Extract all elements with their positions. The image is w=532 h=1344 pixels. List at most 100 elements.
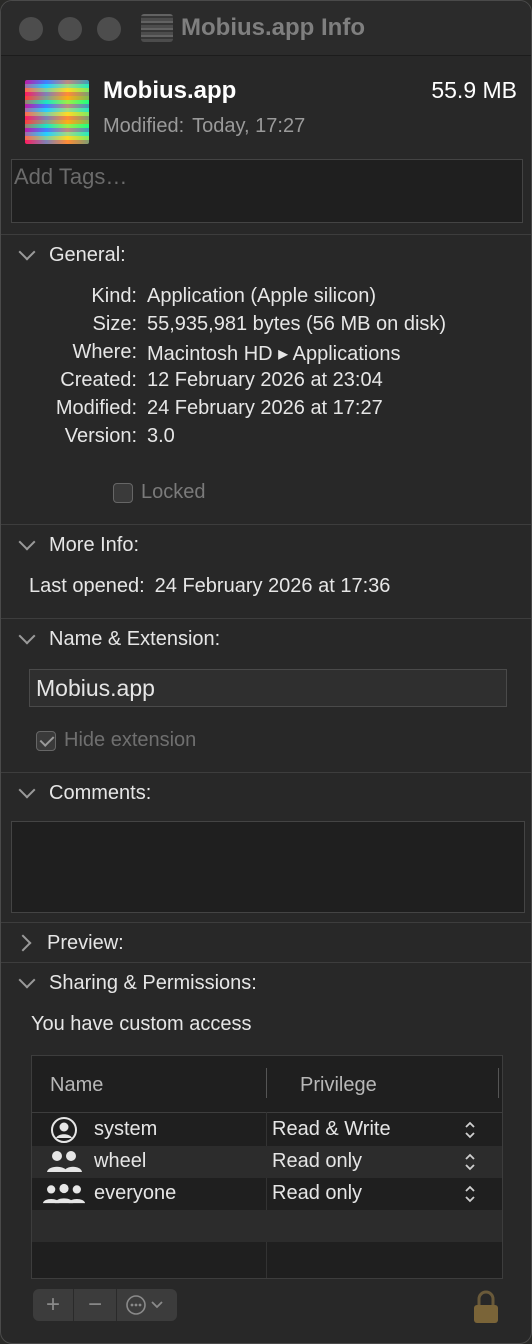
divider (1, 524, 531, 525)
tags-input[interactable] (12, 160, 522, 194)
app-title-icon (141, 14, 173, 42)
permission-row-wheel[interactable]: wheel Read only (32, 1146, 502, 1178)
chevron-down-icon (18, 533, 36, 551)
hide-extension-label: Hide extension (64, 729, 197, 751)
group-icon (42, 1148, 86, 1176)
lock-icon[interactable] (471, 1289, 501, 1325)
chevron-down-icon (18, 243, 36, 261)
minimize-button[interactable] (58, 17, 82, 41)
modified-row-label: Modified: (55, 397, 137, 419)
column-privilege-header[interactable]: Privilege (300, 1074, 377, 1097)
section-sharing[interactable]: Sharing & Permissions: (18, 970, 257, 996)
permission-privilege[interactable]: Read only (272, 1182, 362, 1205)
remove-user-button[interactable]: − (73, 1289, 116, 1321)
last-opened-value: 24 February 2026 at 17:36 (154, 575, 391, 597)
updown-icon[interactable] (464, 1184, 476, 1204)
section-general-title: General: (49, 243, 126, 266)
permissions-toolbar: + − (33, 1289, 177, 1321)
app-size: 55.9 MB (431, 77, 517, 103)
created-row: Created: 12 February 2026 at 23:04 (1, 369, 531, 397)
app-name: Mobius.app (103, 77, 237, 104)
divider (1, 234, 531, 235)
divider (1, 618, 531, 619)
action-menu-button[interactable] (116, 1289, 177, 1321)
permission-name: everyone (94, 1182, 177, 1204)
name-field[interactable] (29, 669, 507, 707)
hide-extension-row[interactable]: Hide extension (36, 729, 196, 752)
permissions-table: Name Privilege system Read & Write wheel… (31, 1055, 503, 1279)
section-preview-title: Preview: (47, 931, 124, 954)
zoom-button[interactable] (97, 17, 121, 41)
divider (1, 922, 531, 923)
size-value: 55,935,981 bytes (56 MB on disk) (147, 313, 447, 335)
locked-checkbox[interactable] (113, 482, 133, 503)
section-comments-title: Comments: (49, 781, 152, 804)
comments-input[interactable] (12, 822, 528, 916)
chevron-down-icon (18, 971, 36, 989)
app-icon (25, 80, 89, 144)
last-opened-label: Last opened: (29, 575, 145, 597)
permission-name: wheel (94, 1150, 147, 1172)
size-label: Size: (92, 313, 137, 335)
permissions-header: Name Privilege (32, 1056, 502, 1113)
size-row: Size: 55,935,981 bytes (56 MB on disk) (1, 313, 531, 341)
version-row: Version: 3.0 (1, 425, 531, 453)
locked-label: Locked (141, 481, 206, 503)
section-name-extension[interactable]: Name & Extension: (18, 626, 221, 652)
column-separator (266, 1068, 267, 1098)
modified-row-value: 24 February 2026 at 17:27 (147, 397, 383, 419)
last-opened-row: Last opened: 24 February 2026 at 17:36 (29, 575, 390, 598)
info-window: Mobius.app Info Mobius.app 55.9 MB Modif… (0, 0, 532, 1344)
empty-row (32, 1242, 502, 1274)
updown-icon[interactable] (464, 1152, 476, 1172)
app-modified: Modified: Today, 17:27 (103, 115, 313, 138)
kind-row: Kind: Application (Apple silicon) (1, 285, 531, 313)
access-text: You have custom access (31, 1013, 252, 1035)
locked-checkbox-row[interactable]: Locked (113, 481, 206, 504)
created-label: Created: (60, 369, 137, 391)
chevron-down-icon (18, 627, 36, 645)
ellipsis-circle-icon (126, 1295, 163, 1315)
chevron-down-icon (18, 781, 36, 799)
divider (1, 962, 531, 963)
kind-label: Kind: (91, 285, 137, 307)
column-name-header[interactable]: Name (50, 1074, 103, 1097)
hide-extension-checkbox[interactable] (36, 730, 56, 751)
section-more-info[interactable]: More Info: (18, 532, 140, 558)
version-label: Version: (64, 425, 137, 447)
section-comments[interactable]: Comments: (18, 780, 152, 806)
version-value: 3.0 (147, 425, 175, 447)
modified-label: Modified: (103, 115, 185, 137)
name-input[interactable] (30, 670, 506, 706)
section-name-extension-title: Name & Extension: (49, 627, 221, 650)
everyone-icon (42, 1180, 86, 1208)
title-bar: Mobius.app Info (1, 1, 531, 56)
modified-row: Modified: 24 February 2026 at 17:27 (1, 397, 531, 425)
window-title: Mobius.app Info (141, 11, 365, 45)
section-more-info-title: More Info: (49, 533, 140, 556)
window-title-text: Mobius.app Info (181, 14, 365, 41)
section-preview[interactable]: Preview: (14, 930, 124, 956)
permission-name: system (94, 1118, 158, 1140)
modified-value: Today, 17:27 (192, 115, 306, 137)
where-value: Macintosh HD ▸ Applications (147, 343, 401, 365)
where-label: Where: (72, 341, 137, 363)
section-general[interactable]: General: (18, 242, 126, 268)
add-user-button[interactable]: + (33, 1289, 73, 1321)
divider (1, 772, 531, 773)
chevron-right-icon (14, 934, 32, 952)
where-row: Where: Macintosh HD ▸ Applications (1, 341, 531, 369)
close-button[interactable] (19, 17, 43, 41)
permission-row-system[interactable]: system Read & Write (32, 1114, 502, 1146)
column-separator (498, 1068, 499, 1098)
permission-row-everyone[interactable]: everyone Read only (32, 1178, 502, 1210)
single-user-icon (42, 1116, 86, 1144)
empty-row (32, 1210, 502, 1242)
updown-icon[interactable] (464, 1120, 476, 1140)
comments-field[interactable] (11, 821, 528, 916)
permission-privilege[interactable]: Read only (272, 1150, 362, 1173)
tags-field[interactable] (11, 159, 523, 223)
kind-value: Application (Apple silicon) (147, 285, 377, 307)
section-sharing-title: Sharing & Permissions: (49, 971, 257, 994)
permission-privilege[interactable]: Read & Write (272, 1118, 391, 1141)
